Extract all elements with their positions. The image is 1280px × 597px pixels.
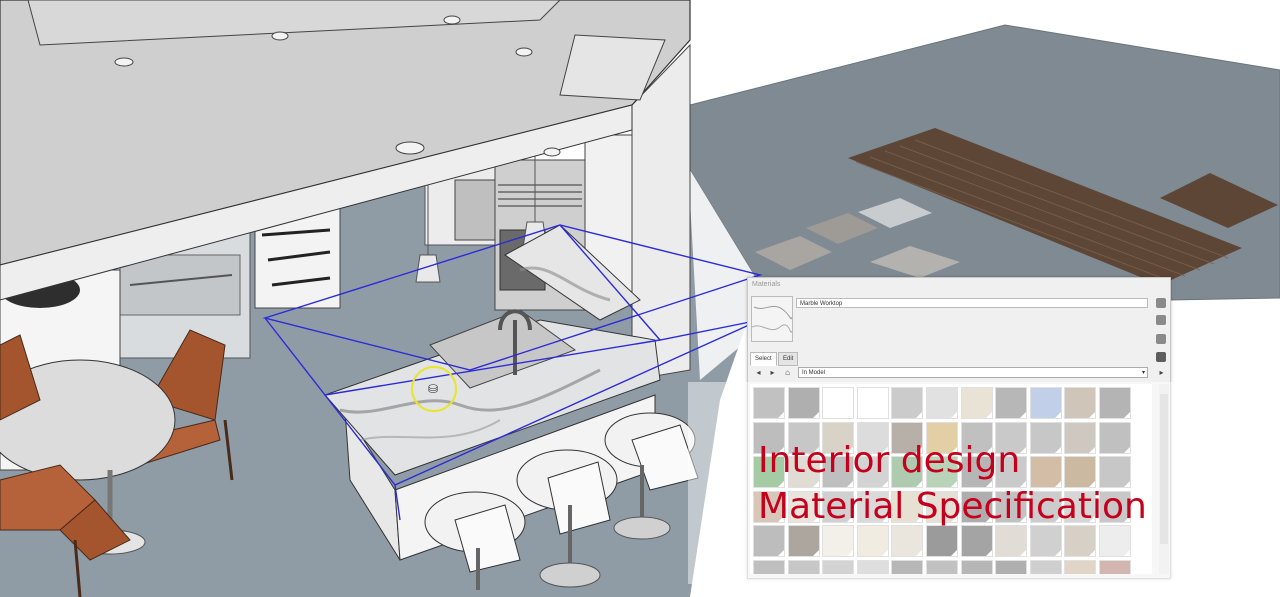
material-swatch[interactable] <box>960 525 993 558</box>
material-preview <box>751 296 793 342</box>
material-swatch[interactable] <box>787 525 820 558</box>
details-arrow-icon[interactable]: ▸ <box>1157 368 1166 377</box>
material-swatch[interactable] <box>960 559 993 574</box>
material-swatch[interactable] <box>822 525 855 558</box>
material-swatch[interactable] <box>925 525 958 558</box>
material-swatch[interactable] <box>891 387 924 419</box>
material-swatch[interactable] <box>856 559 889 574</box>
material-swatch[interactable] <box>925 387 958 419</box>
material-swatch[interactable] <box>822 387 855 419</box>
material-swatch[interactable] <box>822 559 855 574</box>
duplicate-icon[interactable] <box>1156 315 1166 325</box>
material-swatch[interactable] <box>856 387 889 419</box>
material-swatch[interactable] <box>1029 387 1062 419</box>
material-swatch[interactable] <box>753 525 785 558</box>
material-swatch[interactable] <box>753 559 785 574</box>
material-swatch[interactable] <box>925 559 958 574</box>
material-swatch[interactable] <box>753 387 785 419</box>
caption-line-1: Interior design <box>758 440 1021 481</box>
lock-icon[interactable] <box>1156 298 1166 308</box>
tab-edit[interactable]: Edit <box>778 352 799 366</box>
sample-paint-icon[interactable] <box>1156 352 1166 362</box>
material-swatch[interactable] <box>995 559 1028 574</box>
material-swatch[interactable] <box>995 387 1028 419</box>
material-swatch[interactable] <box>1064 387 1097 419</box>
create-material-icon[interactable] <box>1156 334 1166 344</box>
material-name-field[interactable]: Marble Worktop <box>796 298 1148 308</box>
nav-row: ◂ ▸ ⌂ In Model ▾ ▸ <box>750 367 1168 379</box>
back-arrow-icon[interactable]: ◂ <box>754 368 763 377</box>
swatch-scrollbar[interactable] <box>1159 384 1169 574</box>
material-swatch[interactable] <box>787 559 820 574</box>
material-swatch[interactable] <box>891 525 924 558</box>
material-swatch[interactable] <box>1098 525 1131 558</box>
tab-select[interactable]: Select <box>750 352 777 366</box>
material-swatch[interactable] <box>1064 525 1097 558</box>
forward-arrow-icon[interactable]: ▸ <box>768 368 777 377</box>
material-swatch[interactable] <box>1029 559 1062 574</box>
caption-line-2: Material Specification <box>758 486 1147 527</box>
material-swatch[interactable] <box>787 387 820 419</box>
chevron-down-icon: ▾ <box>1141 370 1145 376</box>
material-swatch[interactable] <box>1029 525 1062 558</box>
scroll-thumb[interactable] <box>1160 394 1168 544</box>
collection-select-value: In Model <box>802 370 826 376</box>
materials-panel: Materials Marble Worktop Select Edit ◂ ▸… <box>747 277 1171 579</box>
material-swatch[interactable] <box>960 387 993 419</box>
material-swatch[interactable] <box>995 525 1028 558</box>
material-swatch[interactable] <box>1064 559 1097 574</box>
panel-title: Materials <box>752 281 781 288</box>
material-swatch[interactable] <box>856 525 889 558</box>
material-swatch[interactable] <box>891 559 924 574</box>
material-swatch[interactable] <box>1098 559 1131 574</box>
svg-text:⛁: ⛁ <box>428 382 438 396</box>
home-icon[interactable]: ⌂ <box>783 368 792 377</box>
video-caption: Interior design Material Specification <box>758 438 1147 530</box>
material-swatch[interactable] <box>1098 387 1131 419</box>
collection-select[interactable]: In Model ▾ <box>798 367 1148 378</box>
